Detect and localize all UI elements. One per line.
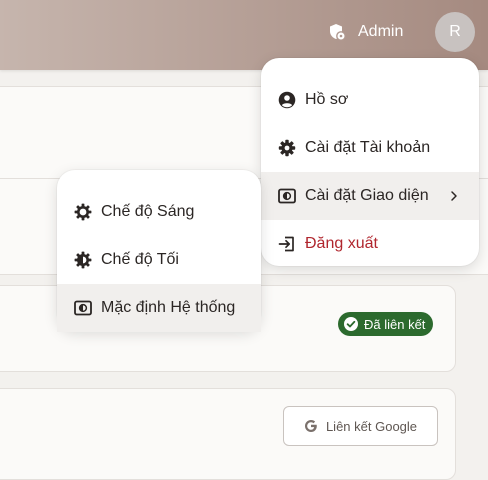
sun-icon — [74, 203, 92, 221]
menu-item-dark-mode-label: Chế độ Tối — [101, 251, 179, 268]
menu-item-logout-label: Đăng xuất — [305, 235, 378, 252]
menu-item-system-default-label: Mặc định Hệ thống — [101, 299, 236, 316]
menu-item-profile[interactable]: Hồ sơ — [261, 76, 479, 124]
check-circle-icon — [343, 316, 359, 332]
menu-item-profile-label: Hồ sơ — [305, 91, 349, 108]
link-google-button[interactable]: Liên kết Google — [283, 406, 438, 446]
menu-item-dark-mode[interactable]: Chế độ Tối — [57, 236, 261, 284]
admin-label[interactable]: Admin — [358, 23, 403, 41]
menu-item-system-default[interactable]: Mặc định Hệ thống — [57, 284, 261, 332]
chevron-right-icon — [449, 189, 459, 203]
logout-icon — [278, 235, 296, 253]
menu-item-account-settings-label: Cài đặt Tài khoản — [305, 139, 431, 156]
link-google-label: Liên kết Google — [325, 418, 418, 434]
system-mode-icon — [74, 299, 92, 317]
menu-item-light-mode-label: Chế độ Sáng — [101, 203, 195, 220]
menu-item-light-mode[interactable]: Chế độ Sáng — [57, 188, 261, 236]
menu-item-logout[interactable]: Đăng xuất — [261, 220, 479, 268]
linked-status-label: Đã liên kết — [364, 316, 426, 332]
google-icon — [304, 419, 318, 433]
menu-item-appearance-settings[interactable]: Cài đặt Giao diện — [261, 172, 479, 220]
display-mode-icon — [278, 187, 296, 205]
user-circle-icon — [278, 91, 296, 109]
menu-item-account-settings[interactable]: Cài đặt Tài khoản — [261, 124, 479, 172]
gear-icon — [278, 139, 296, 157]
linked-status-badge: Đã liên kết — [338, 312, 434, 336]
menu-item-appearance-settings-label: Cài đặt Giao diện — [305, 187, 429, 204]
user-dropdown-menu: Hồ sơ Cài đặt Tài khoản Cài đặt Giao diệ… — [261, 58, 479, 266]
theme-submenu: Chế độ Sáng Chế độ Tối Mặc định Hệ thống — [57, 170, 261, 332]
moon-icon — [74, 251, 92, 269]
avatar[interactable]: R — [435, 12, 475, 52]
admin-shield-icon — [328, 23, 346, 41]
